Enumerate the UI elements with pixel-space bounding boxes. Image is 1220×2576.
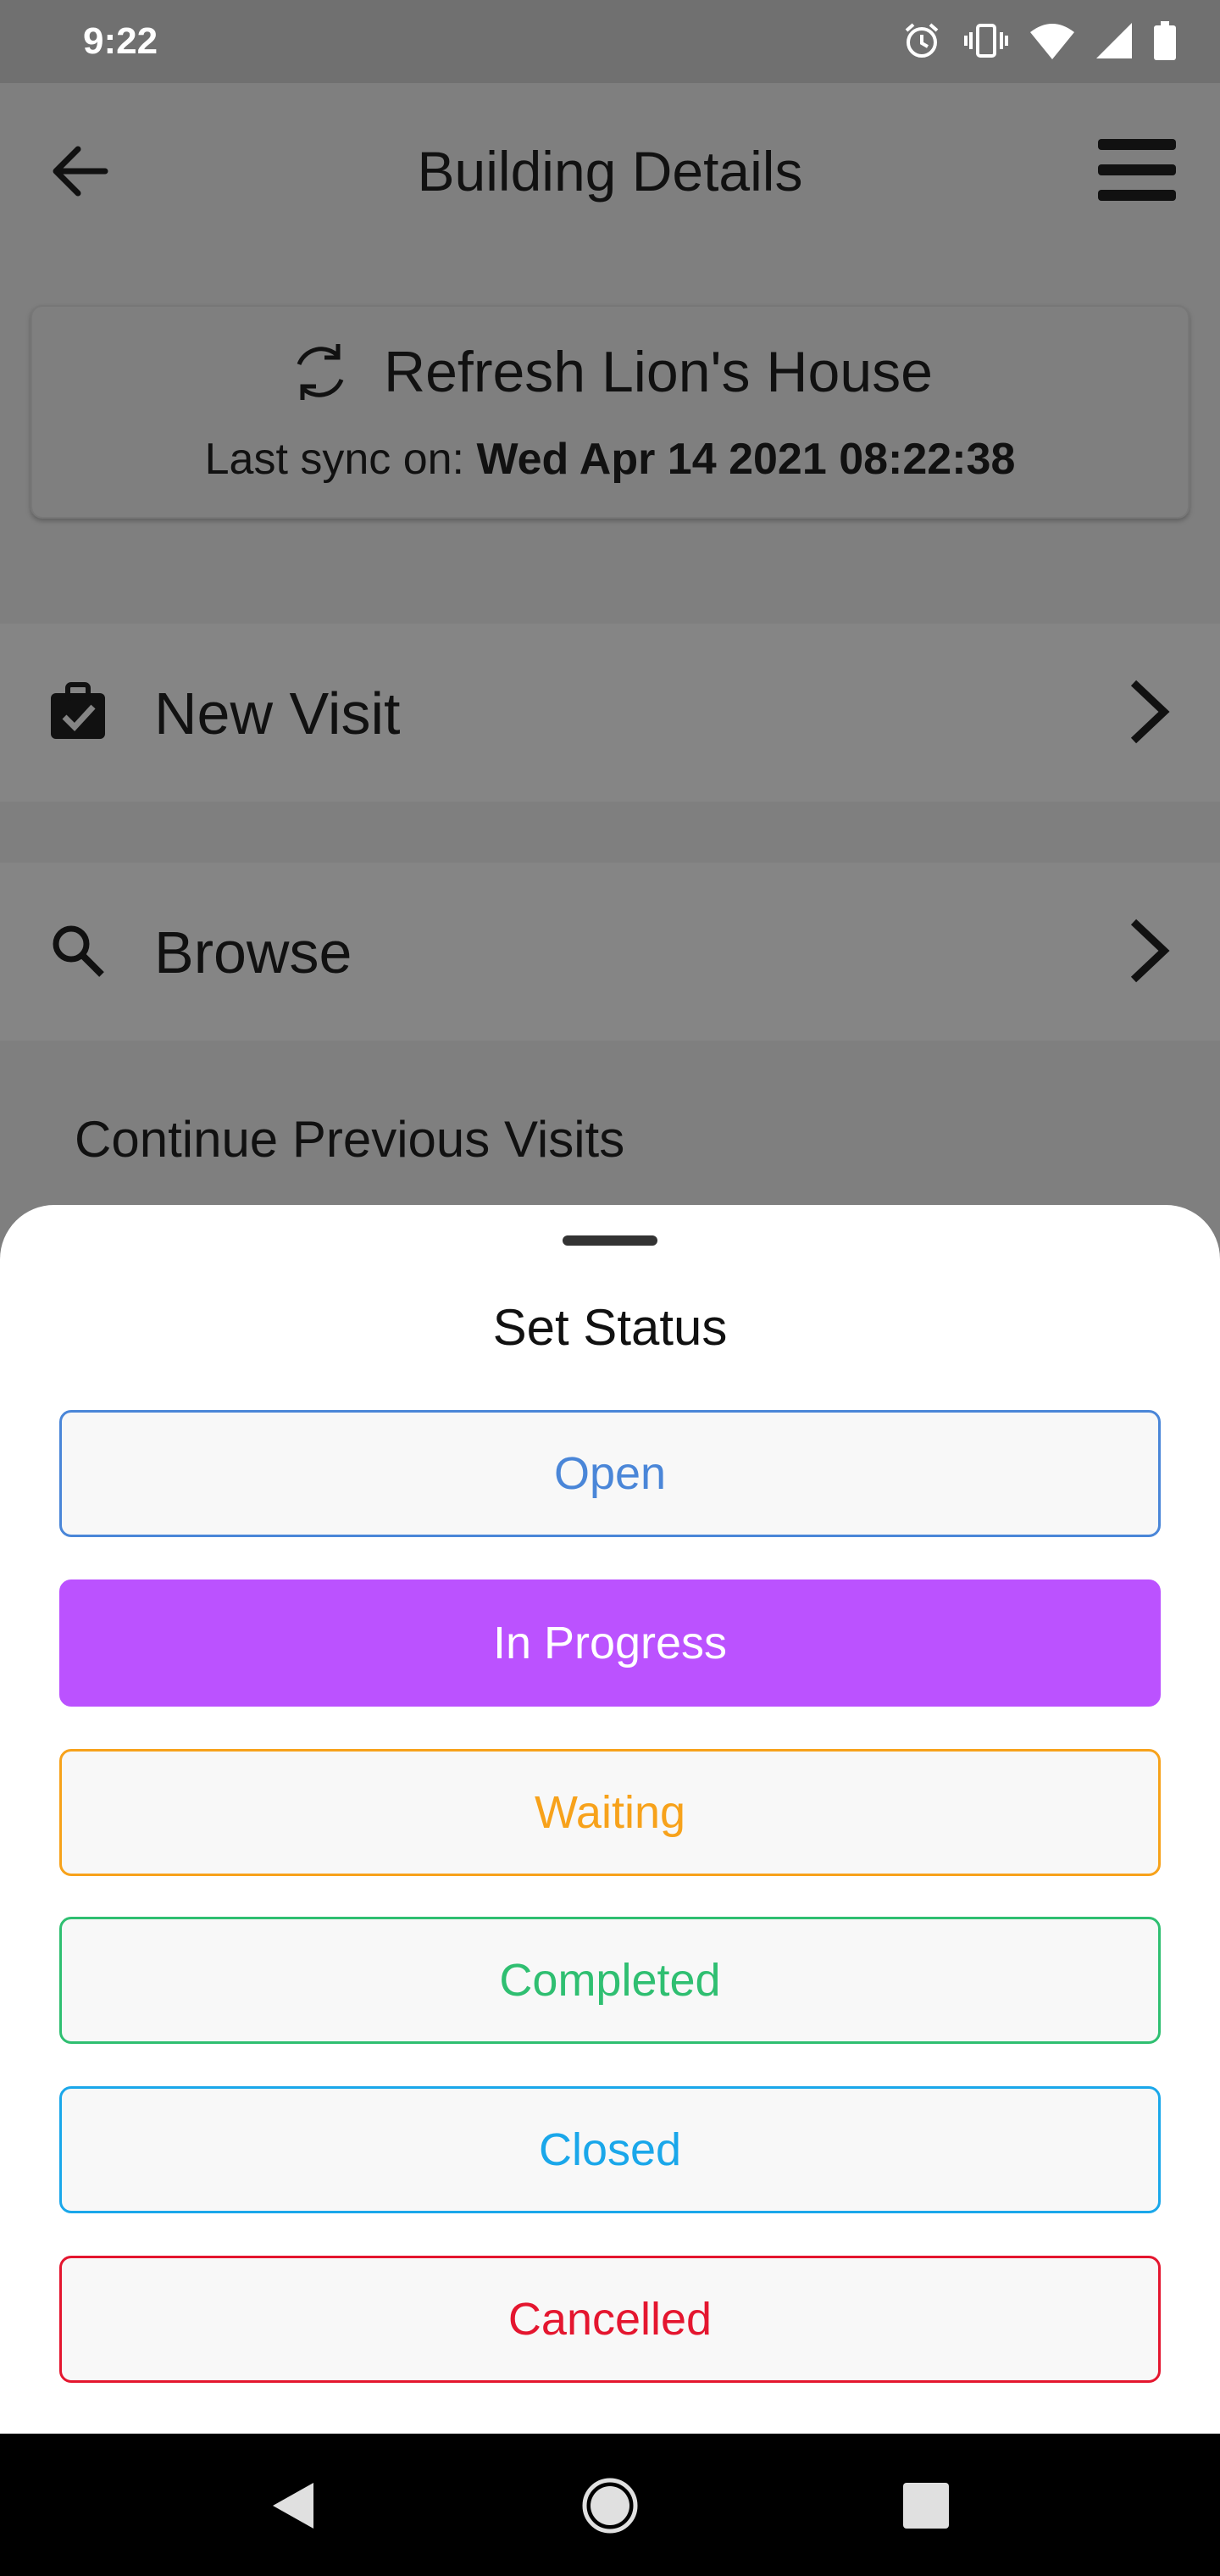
last-sync-value: Wed Apr 14 2021 08:22:38 [476,435,1016,484]
clipboard-check-icon [51,682,105,739]
status-option-open[interactable]: Open [59,1410,1161,1537]
signal-icon [1096,23,1132,58]
hamburger-menu-icon[interactable] [1098,137,1176,203]
menu-item-label: New Visit [154,680,401,747]
status-option-waiting[interactable]: Waiting [59,1749,1161,1876]
status-time: 9:22 [83,20,158,62]
back-triangle-icon[interactable] [264,2476,324,2535]
status-icons [901,20,1176,61]
menu-item-browse[interactable]: Browse [0,863,1220,1041]
search-icon [53,925,104,977]
status-option-cancelled[interactable]: Cancelled [59,2256,1161,2383]
vibrate-icon [964,24,1008,58]
chevron-right-icon [1130,919,1170,983]
system-nav-bar [0,2434,1220,2576]
refresh-card[interactable]: Refresh Lion's House Last sync on: Wed A… [30,305,1190,519]
wifi-icon [1030,24,1074,59]
sheet-drag-handle[interactable] [563,1235,657,1246]
menu-item-label: Browse [154,919,352,985]
status-option-closed[interactable]: Closed [59,2086,1161,2213]
sheet-title: Set Status [492,1299,728,1356]
status-bar: 9:22 [0,0,1220,83]
status-option-in-progress[interactable]: In Progress [59,1579,1161,1707]
last-sync-prefix: Last sync on: [204,435,464,484]
chevron-right-icon [1130,680,1170,744]
battery-icon [1154,21,1176,60]
home-circle-icon[interactable] [580,2476,640,2535]
status-bottom-sheet: Set Status Open In Progress Waiting Comp… [0,1205,1220,2435]
refresh-label: Refresh Lion's House [384,340,933,404]
menu-item-new-visit[interactable]: New Visit [0,624,1220,802]
page-title: Building Details [417,140,803,203]
status-option-completed[interactable]: Completed [59,1917,1161,2044]
recents-square-icon[interactable] [896,2476,956,2535]
sync-icon [297,344,344,400]
section-label: Continue Previous Visits [75,1111,625,1168]
alarm-icon [905,23,939,58]
app-bar: Building Details [0,83,1220,269]
last-sync-text: Last sync on: Wed Apr 14 2021 08:22:38 [32,434,1188,485]
